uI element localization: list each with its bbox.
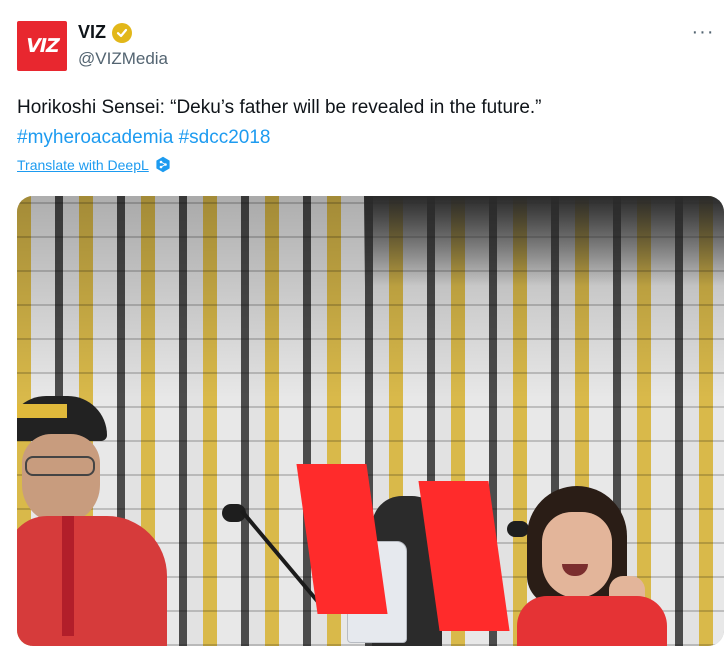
avatar[interactable]: VIZ [17, 21, 67, 71]
deepl-icon[interactable] [155, 156, 171, 173]
person-left [17, 396, 167, 646]
translate-link[interactable]: Translate with DeepL [17, 157, 149, 173]
face [22, 434, 100, 524]
face [542, 512, 612, 598]
hashtag-link[interactable]: #myheroacademia [17, 127, 173, 148]
person-right [517, 486, 667, 646]
display-name[interactable]: VIZ [78, 22, 106, 43]
more-horizontal-icon[interactable]: ··· [685, 20, 721, 44]
shirt [517, 596, 667, 646]
hashtags: #myheroacademia #sdcc2018 [17, 123, 271, 153]
translate-row: Translate with DeepL [17, 156, 171, 173]
hashtag-link[interactable]: #sdcc2018 [179, 127, 271, 148]
tweet-text: Horikoshi Sensei: “Deku’s father will be… [17, 97, 542, 118]
tweet: VIZ VIZ @VIZMedia ··· Horikoshi Sensei: … [0, 0, 725, 646]
glasses [25, 456, 95, 476]
handle[interactable]: @VIZMedia [78, 49, 168, 69]
avatar-logo-text: VIZ [23, 35, 61, 57]
body [17, 516, 167, 646]
verified-badge-icon[interactable] [112, 22, 133, 43]
checkmark-icon [116, 28, 128, 37]
tweet-photo[interactable] [17, 196, 724, 646]
lanyard [62, 516, 74, 636]
name-row: VIZ [78, 22, 133, 43]
backdrop-shadow [364, 196, 724, 286]
